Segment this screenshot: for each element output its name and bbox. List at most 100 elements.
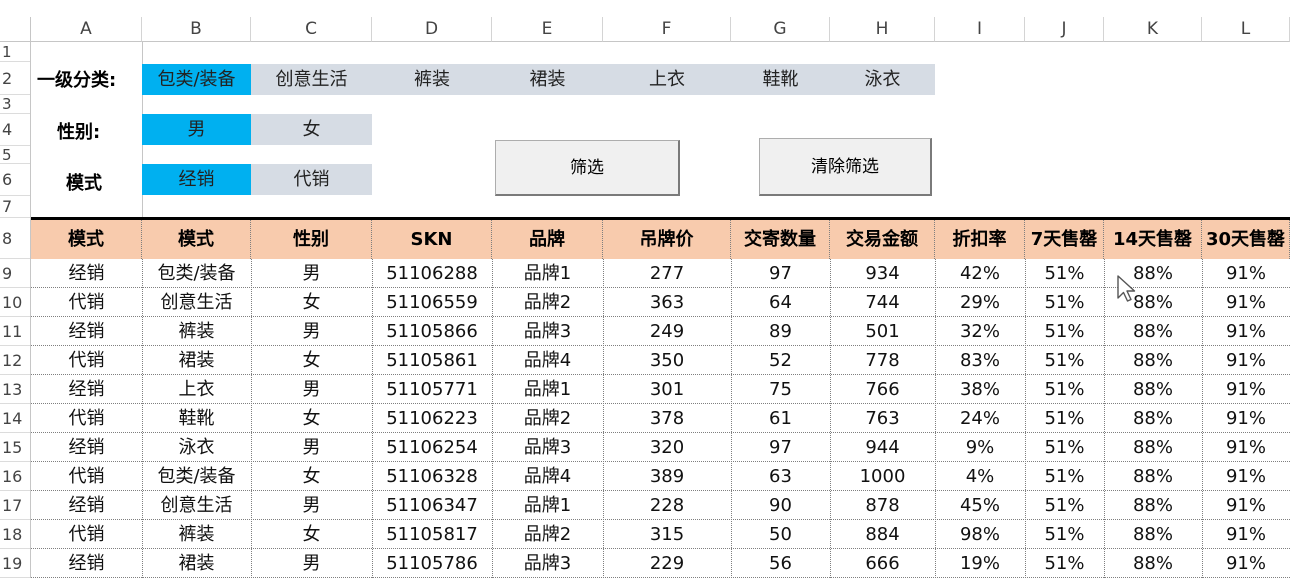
row-header-6[interactable]: 6	[0, 164, 31, 196]
row-header-9[interactable]: 9	[0, 259, 31, 288]
table-cell[interactable]: 229	[603, 549, 731, 578]
table-cell[interactable]: 51106347	[372, 491, 492, 520]
table-cell[interactable]: 666	[830, 549, 935, 578]
table-cell[interactable]: 61	[731, 404, 830, 433]
table-cell[interactable]: 经销	[31, 433, 142, 462]
table-cell[interactable]: 51105786	[372, 549, 492, 578]
table-header-11[interactable]: 14天售罄	[1104, 220, 1202, 259]
filter-button[interactable]: 筛选	[495, 140, 680, 196]
table-cell[interactable]: 上衣	[142, 375, 251, 404]
table-cell[interactable]: 裤装	[142, 317, 251, 346]
table-cell[interactable]: 884	[830, 520, 935, 549]
table-cell[interactable]: 88%	[1104, 317, 1202, 346]
select-all-corner[interactable]	[0, 17, 31, 42]
column-header-f[interactable]: F	[603, 17, 731, 42]
table-header-9[interactable]: 折扣率	[935, 220, 1025, 259]
table-cell[interactable]: 91%	[1202, 549, 1290, 578]
table-cell[interactable]: 97	[731, 259, 830, 288]
table-cell[interactable]: 裤装	[142, 520, 251, 549]
table-cell[interactable]: 代销	[31, 404, 142, 433]
table-header-10[interactable]: 7天售罄	[1025, 220, 1104, 259]
column-header-e[interactable]: E	[492, 17, 603, 42]
table-cell[interactable]: 经销	[31, 259, 142, 288]
table-cell[interactable]: 51%	[1025, 491, 1104, 520]
table-cell[interactable]: 51105817	[372, 520, 492, 549]
row-header-13[interactable]: 13	[0, 375, 31, 404]
table-cell[interactable]: 女	[251, 462, 372, 491]
table-cell[interactable]: 32%	[935, 317, 1025, 346]
table-cell[interactable]: 4%	[935, 462, 1025, 491]
table-cell[interactable]: 88%	[1104, 375, 1202, 404]
row-header-11[interactable]: 11	[0, 317, 31, 346]
category-option-3[interactable]: 裤装	[372, 64, 492, 95]
table-cell[interactable]: 51105861	[372, 346, 492, 375]
table-cell[interactable]: 女	[251, 346, 372, 375]
table-cell[interactable]: 经销	[31, 375, 142, 404]
table-cell[interactable]: 代销	[31, 462, 142, 491]
row-header-2[interactable]: 2	[0, 62, 31, 95]
table-cell[interactable]: 389	[603, 462, 731, 491]
clear-filter-button[interactable]: 清除筛选	[759, 138, 932, 196]
table-cell[interactable]: 52	[731, 346, 830, 375]
table-cell[interactable]: 品牌3	[492, 433, 603, 462]
table-cell[interactable]: 24%	[935, 404, 1025, 433]
table-cell[interactable]: 品牌2	[492, 520, 603, 549]
table-cell[interactable]: 鞋靴	[142, 404, 251, 433]
category-option-6[interactable]: 鞋靴	[731, 64, 830, 95]
table-cell[interactable]: 50	[731, 520, 830, 549]
column-header-l[interactable]: L	[1202, 17, 1290, 42]
table-cell[interactable]: 63	[731, 462, 830, 491]
table-header-4[interactable]: SKN	[372, 220, 492, 259]
table-cell[interactable]: 品牌2	[492, 288, 603, 317]
table-cell[interactable]: 品牌3	[492, 317, 603, 346]
column-header-h[interactable]: H	[830, 17, 935, 42]
table-cell[interactable]: 315	[603, 520, 731, 549]
category-option-4[interactable]: 裙装	[492, 64, 603, 95]
table-cell[interactable]: 91%	[1202, 404, 1290, 433]
table-cell[interactable]: 51%	[1025, 462, 1104, 491]
table-cell[interactable]: 29%	[935, 288, 1025, 317]
table-cell[interactable]: 98%	[935, 520, 1025, 549]
table-cell[interactable]: 创意生活	[142, 288, 251, 317]
column-header-j[interactable]: J	[1025, 17, 1104, 42]
table-cell[interactable]: 男	[251, 375, 372, 404]
table-cell[interactable]: 51106559	[372, 288, 492, 317]
table-cell[interactable]: 88%	[1104, 433, 1202, 462]
table-cell[interactable]: 91%	[1202, 346, 1290, 375]
table-header-5[interactable]: 品牌	[492, 220, 603, 259]
table-cell[interactable]: 778	[830, 346, 935, 375]
table-header-8[interactable]: 交易金额	[830, 220, 935, 259]
row-header-18[interactable]: 18	[0, 520, 31, 549]
table-cell[interactable]: 91%	[1202, 317, 1290, 346]
table-cell[interactable]: 品牌1	[492, 375, 603, 404]
row-header-3[interactable]: 3	[0, 95, 31, 114]
table-cell[interactable]: 75	[731, 375, 830, 404]
table-cell[interactable]: 51%	[1025, 317, 1104, 346]
table-cell[interactable]: 249	[603, 317, 731, 346]
table-header-6[interactable]: 吊牌价	[603, 220, 731, 259]
mode-option-1[interactable]: 经销	[142, 164, 251, 195]
table-cell[interactable]: 301	[603, 375, 731, 404]
category-option-5[interactable]: 上衣	[603, 64, 731, 95]
table-cell[interactable]: 9%	[935, 433, 1025, 462]
column-header-d[interactable]: D	[372, 17, 492, 42]
table-cell[interactable]: 51%	[1025, 346, 1104, 375]
row-header-7[interactable]: 7	[0, 196, 31, 218]
table-cell[interactable]: 品牌3	[492, 549, 603, 578]
table-cell[interactable]: 品牌4	[492, 346, 603, 375]
table-cell[interactable]: 42%	[935, 259, 1025, 288]
table-cell[interactable]: 品牌2	[492, 404, 603, 433]
table-header-3[interactable]: 性别	[251, 220, 372, 259]
table-cell[interactable]: 男	[251, 491, 372, 520]
column-header-b[interactable]: B	[142, 17, 251, 42]
table-cell[interactable]: 男	[251, 317, 372, 346]
table-cell[interactable]: 51105771	[372, 375, 492, 404]
column-header-g[interactable]: G	[731, 17, 830, 42]
table-cell[interactable]: 51%	[1025, 288, 1104, 317]
table-cell[interactable]: 品牌4	[492, 462, 603, 491]
table-cell[interactable]: 包类/装备	[142, 259, 251, 288]
table-cell[interactable]: 91%	[1202, 433, 1290, 462]
column-header-i[interactable]: I	[935, 17, 1025, 42]
table-cell[interactable]: 934	[830, 259, 935, 288]
table-cell[interactable]: 766	[830, 375, 935, 404]
